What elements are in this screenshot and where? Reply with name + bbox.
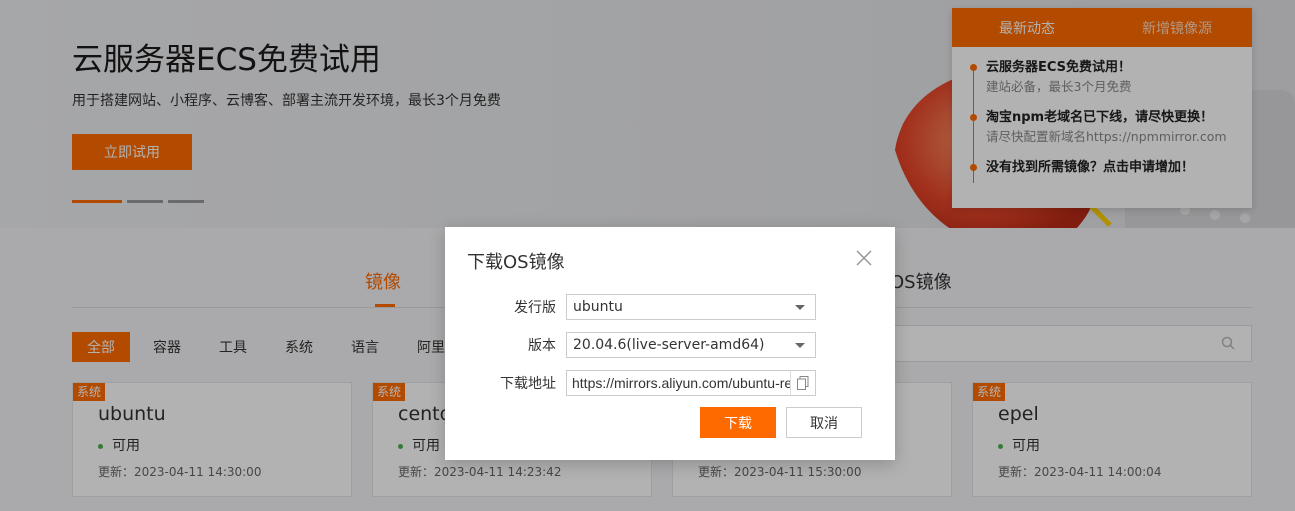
chevron-down-icon <box>795 343 805 348</box>
download-button[interactable]: 下载 <box>700 407 776 438</box>
distro-label: 发行版 <box>514 300 556 316</box>
download-os-dialog: 下载OS镜像 发行版 ubuntu 版本 20.04.6(live-server… <box>445 227 895 460</box>
dialog-title: 下载OS镜像 <box>467 252 565 273</box>
close-icon[interactable] <box>855 249 873 267</box>
copy-button[interactable] <box>790 370 816 396</box>
distro-select[interactable]: ubuntu <box>566 294 816 320</box>
distro-value: ubuntu <box>573 299 623 315</box>
cancel-button[interactable]: 取消 <box>786 407 862 438</box>
version-select[interactable]: 20.04.6(live-server-amd64) <box>566 332 816 358</box>
chevron-down-icon <box>795 305 805 310</box>
copy-icon <box>797 376 809 390</box>
download-url-field[interactable] <box>566 370 791 396</box>
version-label: 版本 <box>528 338 556 354</box>
url-label: 下载地址 <box>500 376 556 392</box>
version-value: 20.04.6(live-server-amd64) <box>573 337 765 353</box>
